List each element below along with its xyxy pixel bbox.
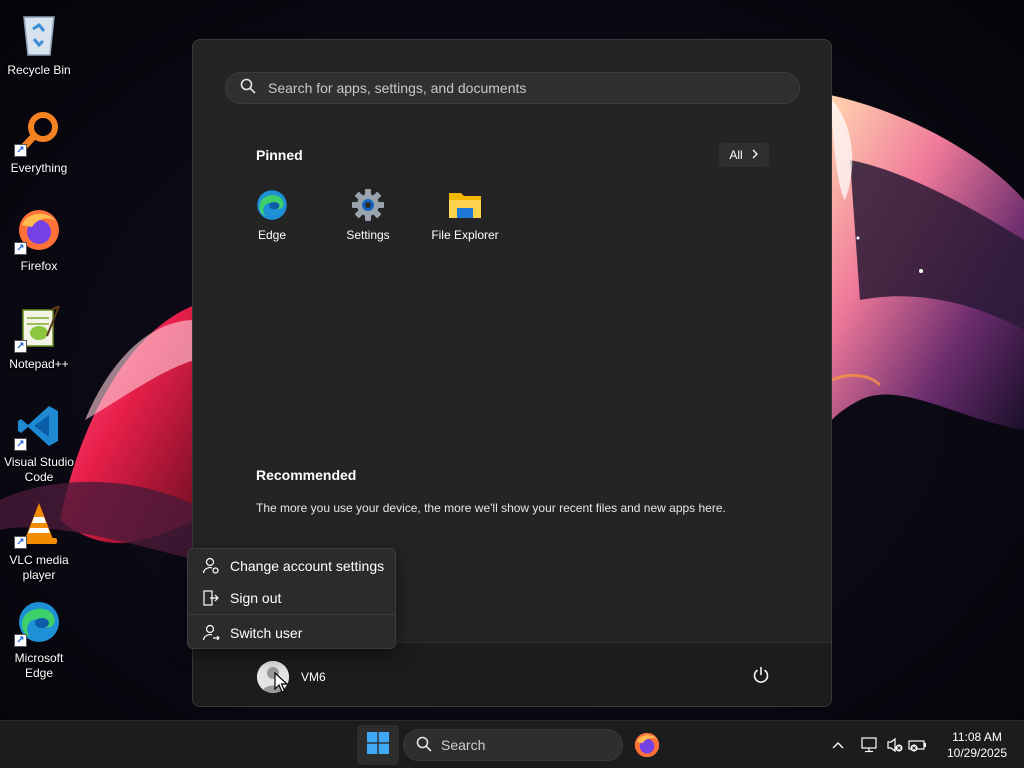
start-search-box[interactable] [225,72,800,104]
menu-item-label: Change account settings [230,558,385,574]
desktop-icon-label: Notepad++ [9,357,69,371]
pinned-app-file-explorer[interactable]: File Explorer [417,188,513,250]
pinned-app-label: File Explorer [431,228,499,242]
taskbar-clock[interactable]: 11:08 AM 10/29/2025 [934,729,1020,761]
all-apps-label: All [729,148,743,162]
sign-out-icon [202,589,220,607]
menu-item-switch-user[interactable]: Switch user [192,618,391,648]
shortcut-arrow-icon: ↗ [14,634,27,647]
vlc-cone-icon: ↗ [13,498,65,550]
taskbar-search-box[interactable]: Search [403,729,623,761]
windows-logo-icon [367,731,389,759]
shortcut-arrow-icon: ↗ [14,144,27,157]
pinned-app-label: Settings [346,228,390,242]
edge-icon [255,188,289,222]
shortcut-arrow-icon: ↗ [14,340,27,353]
desktop-icon-notepad-plus-plus[interactable]: ↗ Notepad++ [0,302,78,372]
start-button[interactable] [357,725,399,765]
shortcut-arrow-icon: ↗ [14,438,27,451]
pinned-app-settings[interactable]: Settings [320,188,416,250]
recommended-section-title: Recommended [256,467,357,483]
pinned-app-label: Edge [257,228,287,242]
chevron-up-icon[interactable] [828,735,848,755]
start-menu-footer: VM6 [193,642,831,706]
power-button[interactable] [749,665,773,689]
search-icon [416,736,432,755]
volume-muted-icon[interactable] [885,735,905,755]
firefox-icon [633,732,661,763]
all-apps-button[interactable]: All [719,143,769,167]
account-settings-icon [202,557,220,575]
account-context-menu: Change account settings Sign out Switch … [187,548,396,649]
recommended-empty-message: The more you use your device, the more w… [256,501,726,515]
desktop-icon-label: Everything [10,161,68,175]
user-name[interactable]: VM6 [301,670,326,684]
desktop-icon-firefox[interactable]: ↗ Firefox [0,204,78,274]
everything-search-icon: ↗ [13,106,65,158]
chevron-right-icon [751,148,759,162]
desktop-icon-everything[interactable]: ↗ Everything [0,106,78,176]
pinned-app-edge[interactable]: Edge [224,188,320,250]
shortcut-arrow-icon: ↗ [14,242,27,255]
edge-icon: ↗ [13,596,65,648]
clock-time: 11:08 AM [952,730,1002,744]
power-icon [752,666,770,689]
start-search-input[interactable] [268,80,768,96]
firefox-icon: ↗ [13,204,65,256]
notepad-plus-plus-icon: ↗ [13,302,65,354]
switch-user-icon [202,624,220,642]
taskbar: Search 11:08 AM 10/29/2025 [0,720,1024,768]
recycle-bin-icon [13,8,65,60]
menu-item-label: Switch user [230,625,303,641]
pinned-section-title: Pinned [256,147,303,163]
network-icon[interactable] [860,735,880,755]
desktop-icon-recycle-bin[interactable]: Recycle Bin [0,8,78,78]
vscode-icon: ↗ [13,400,65,452]
battery-icon[interactable] [908,735,928,755]
menu-item-change-account-settings[interactable]: Change account settings [192,551,391,581]
taskbar-search-label: Search [441,737,486,753]
search-icon [240,78,256,99]
desktop-icon-label: Recycle Bin [7,63,71,77]
clock-date: 10/29/2025 [946,746,1008,760]
taskbar-firefox-button[interactable] [633,731,661,759]
desktop-icon-vlc[interactable]: ↗ VLC media player [0,498,78,583]
shortcut-arrow-icon: ↗ [14,536,27,549]
desktop-icon-label: VLC media player [9,553,69,582]
desktop-icon-visual-studio-code[interactable]: ↗ Visual Studio Code [0,400,78,485]
menu-item-sign-out[interactable]: Sign out [192,583,391,613]
desktop-icon-label: Visual Studio Code [4,455,74,484]
desktop-icon-label: Firefox [20,259,58,273]
menu-divider [188,614,395,615]
desktop-icon-microsoft-edge[interactable]: ↗ Microsoft Edge [0,596,78,681]
mouse-cursor-icon [274,672,288,693]
desktop-icon-label: Microsoft Edge [14,651,64,680]
folder-icon [448,188,482,222]
gear-icon [351,188,385,222]
menu-item-label: Sign out [230,590,282,606]
